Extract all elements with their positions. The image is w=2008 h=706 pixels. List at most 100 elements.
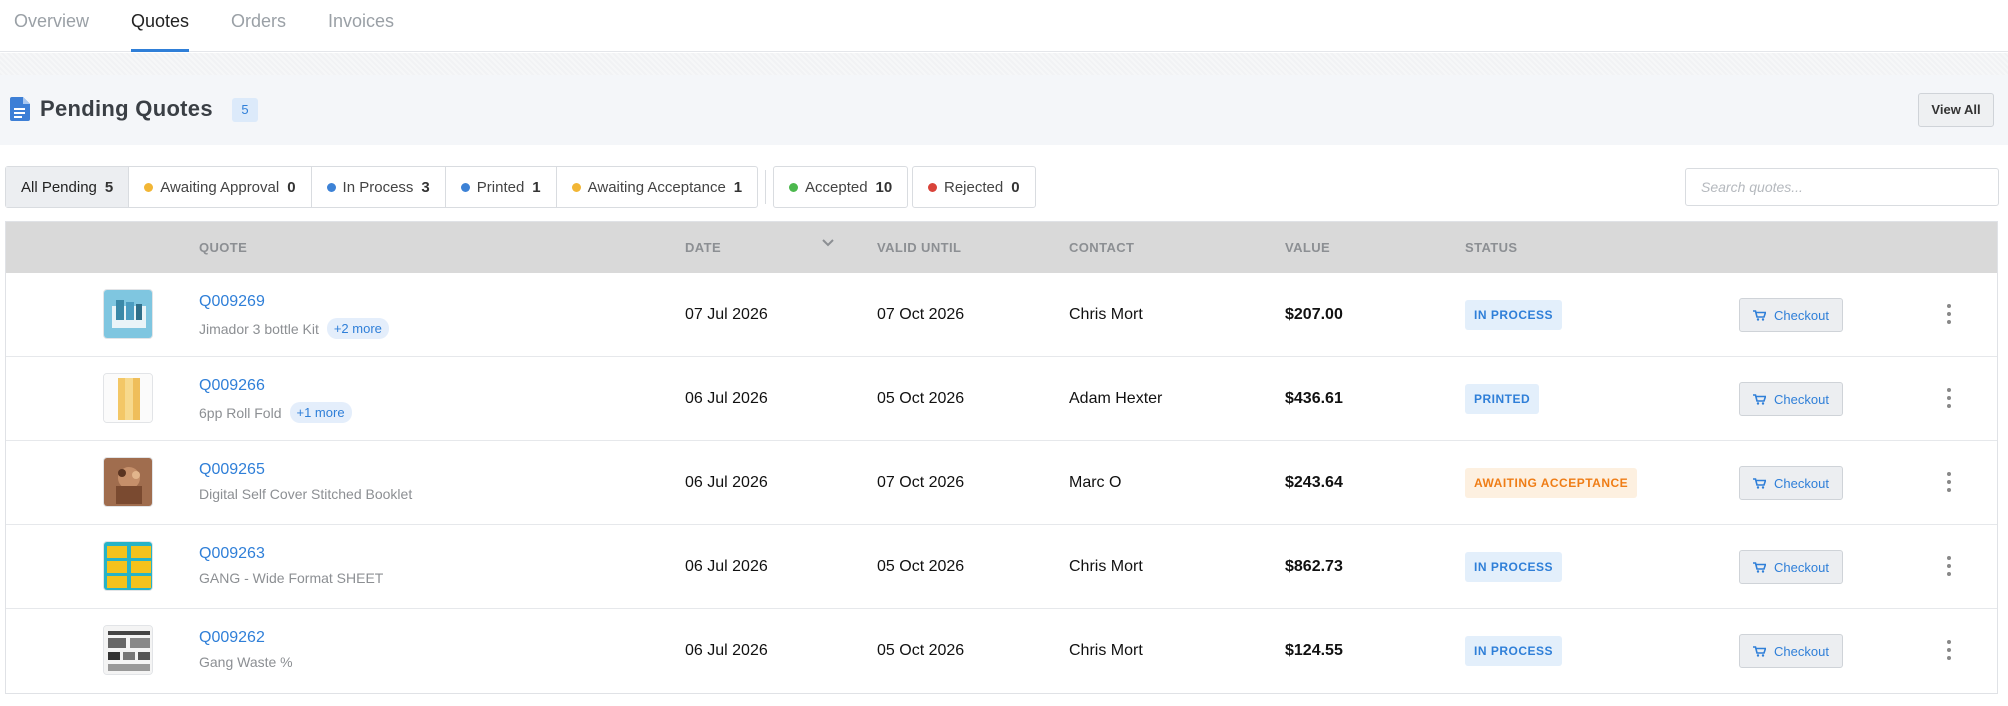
quote-valid-until: 07 Oct 2026	[877, 474, 965, 491]
status-badge: IN PROCESS	[1465, 300, 1563, 330]
cart-icon	[1753, 393, 1767, 405]
table-row[interactable]: Q009262 Gang Waste % 06 Jul 2026 05 Oct …	[6, 609, 1997, 693]
filter-all-pending[interactable]: All Pending 5	[6, 167, 130, 207]
filter-label: Accepted	[805, 178, 868, 196]
cart-icon	[1753, 561, 1767, 573]
quote-item-name: Jimador 3 bottle Kit	[199, 320, 319, 337]
product-thumbnail	[103, 373, 153, 423]
column-contact[interactable]: CONTACT	[1069, 240, 1134, 255]
quote-description: Gang Waste %	[199, 654, 293, 670]
filter-label: Awaiting Acceptance	[587, 178, 726, 196]
filter-rejected[interactable]: Rejected 0	[913, 167, 1035, 207]
more-items-badge[interactable]: +2 more	[326, 318, 389, 339]
count-badge: 5	[232, 98, 258, 122]
sort-chevron-icon[interactable]	[821, 238, 835, 248]
quote-contact: Chris Mort	[1069, 558, 1143, 575]
filter-count: 0	[1011, 178, 1020, 196]
table-row[interactable]: Q009269 Jimador 3 bottle Kit +2 more 07 …	[6, 273, 1997, 357]
cart-icon	[1753, 309, 1767, 321]
quote-date: 06 Jul 2026	[685, 474, 768, 491]
quote-value: $207.00	[1285, 306, 1343, 323]
column-quote[interactable]: QUOTE	[199, 240, 247, 255]
status-dot-icon	[144, 182, 154, 192]
column-status[interactable]: STATUS	[1465, 240, 1517, 255]
quote-description: GANG - Wide Format SHEET	[199, 570, 383, 586]
filter-accepted[interactable]: Accepted 10	[774, 167, 907, 207]
row-menu-icon[interactable]	[1946, 304, 1952, 324]
status-badge: AWAITING ACCEPTANCE	[1465, 468, 1638, 498]
quote-description: Jimador 3 bottle Kit +2 more	[199, 318, 389, 339]
search-input[interactable]	[1685, 168, 1999, 206]
row-menu-icon[interactable]	[1946, 388, 1952, 408]
document-icon	[10, 97, 30, 121]
filter-awaiting-acceptance[interactable]: Awaiting Acceptance 1	[557, 167, 758, 207]
top-tabs: Overview Quotes Orders Invoices	[0, 0, 2008, 52]
filter-rejected-group: Rejected 0	[912, 166, 1036, 208]
status-badge: IN PROCESS	[1465, 636, 1563, 666]
table-row[interactable]: Q009266 6pp Roll Fold +1 more 06 Jul 202…	[6, 357, 1997, 441]
checkout-label: Checkout	[1774, 307, 1829, 323]
checkout-button[interactable]: Checkout	[1739, 466, 1843, 500]
quote-value: $436.61	[1285, 390, 1343, 407]
tab-overview[interactable]: Overview	[14, 8, 89, 52]
tab-quotes[interactable]: Quotes	[131, 8, 190, 52]
filter-count: 10	[875, 178, 893, 196]
product-thumbnail	[103, 625, 153, 675]
quote-link[interactable]: Q009263	[199, 545, 265, 563]
quote-date: 06 Jul 2026	[685, 642, 768, 659]
quote-link[interactable]: Q009265	[199, 461, 265, 479]
tab-invoices[interactable]: Invoices	[328, 8, 394, 52]
filter-label: Printed	[476, 178, 525, 196]
status-dot-icon	[326, 182, 336, 192]
quote-link[interactable]: Q009262	[199, 629, 265, 647]
checkout-label: Checkout	[1774, 643, 1829, 659]
filter-label: Rejected	[944, 178, 1004, 196]
pending-filter-group: All Pending 5 Awaiting Approval 0 In Pro…	[5, 166, 759, 208]
product-thumbnail	[103, 289, 153, 339]
column-value[interactable]: VALUE	[1285, 240, 1330, 255]
status-dot-icon	[571, 182, 581, 192]
filter-printed[interactable]: Printed 1	[446, 167, 557, 207]
checkout-label: Checkout	[1774, 559, 1829, 575]
status-dot-icon	[928, 182, 937, 192]
filter-accepted-group: Accepted 10	[773, 166, 909, 208]
status-badge: PRINTED	[1465, 384, 1540, 414]
quote-valid-until: 07 Oct 2026	[877, 306, 965, 323]
quote-contact: Chris Mort	[1069, 306, 1143, 323]
quote-link[interactable]: Q009269	[199, 293, 265, 311]
view-all-button[interactable]: View All	[1918, 93, 1994, 127]
filter-count: 0	[287, 178, 296, 196]
quote-item-name: 6pp Roll Fold	[199, 404, 282, 421]
table-row[interactable]: Q009265 Digital Self Cover Stitched Book…	[6, 441, 1997, 525]
tab-orders[interactable]: Orders	[231, 8, 286, 52]
checkout-button[interactable]: Checkout	[1739, 634, 1843, 668]
quote-date: 06 Jul 2026	[685, 558, 768, 575]
status-badge: IN PROCESS	[1465, 552, 1563, 582]
quote-description: 6pp Roll Fold +1 more	[199, 402, 352, 423]
filter-label: All Pending	[21, 178, 97, 196]
filter-awaiting-approval[interactable]: Awaiting Approval 0	[129, 167, 312, 207]
quote-value: $243.64	[1285, 474, 1343, 491]
checkout-button[interactable]: Checkout	[1739, 550, 1843, 584]
quote-date: 06 Jul 2026	[685, 390, 768, 407]
column-valid-until[interactable]: VALID UNTIL	[877, 240, 961, 255]
column-date[interactable]: DATE	[685, 240, 721, 255]
filter-label: In Process	[342, 178, 414, 196]
filter-in-process[interactable]: In Process 3	[312, 167, 446, 207]
checkout-button[interactable]: Checkout	[1739, 382, 1843, 416]
row-menu-icon[interactable]	[1946, 472, 1952, 492]
table-row[interactable]: Q009263 GANG - Wide Format SHEET 06 Jul …	[6, 525, 1997, 609]
row-menu-icon[interactable]	[1946, 640, 1952, 660]
header-texture	[0, 53, 2008, 75]
quote-link[interactable]: Q009266	[199, 377, 265, 395]
checkout-button[interactable]: Checkout	[1739, 298, 1843, 332]
quote-valid-until: 05 Oct 2026	[877, 642, 965, 659]
quote-item-name: Gang Waste %	[199, 654, 293, 670]
checkout-label: Checkout	[1774, 475, 1829, 491]
cart-icon	[1753, 645, 1767, 657]
more-items-badge[interactable]: +1 more	[289, 402, 352, 423]
row-menu-icon[interactable]	[1946, 556, 1952, 576]
quote-contact: Marc O	[1069, 474, 1122, 491]
filter-divider	[765, 170, 766, 204]
table-header: QUOTE DATE VALID UNTIL CONTACT VALUE STA…	[6, 222, 1997, 273]
